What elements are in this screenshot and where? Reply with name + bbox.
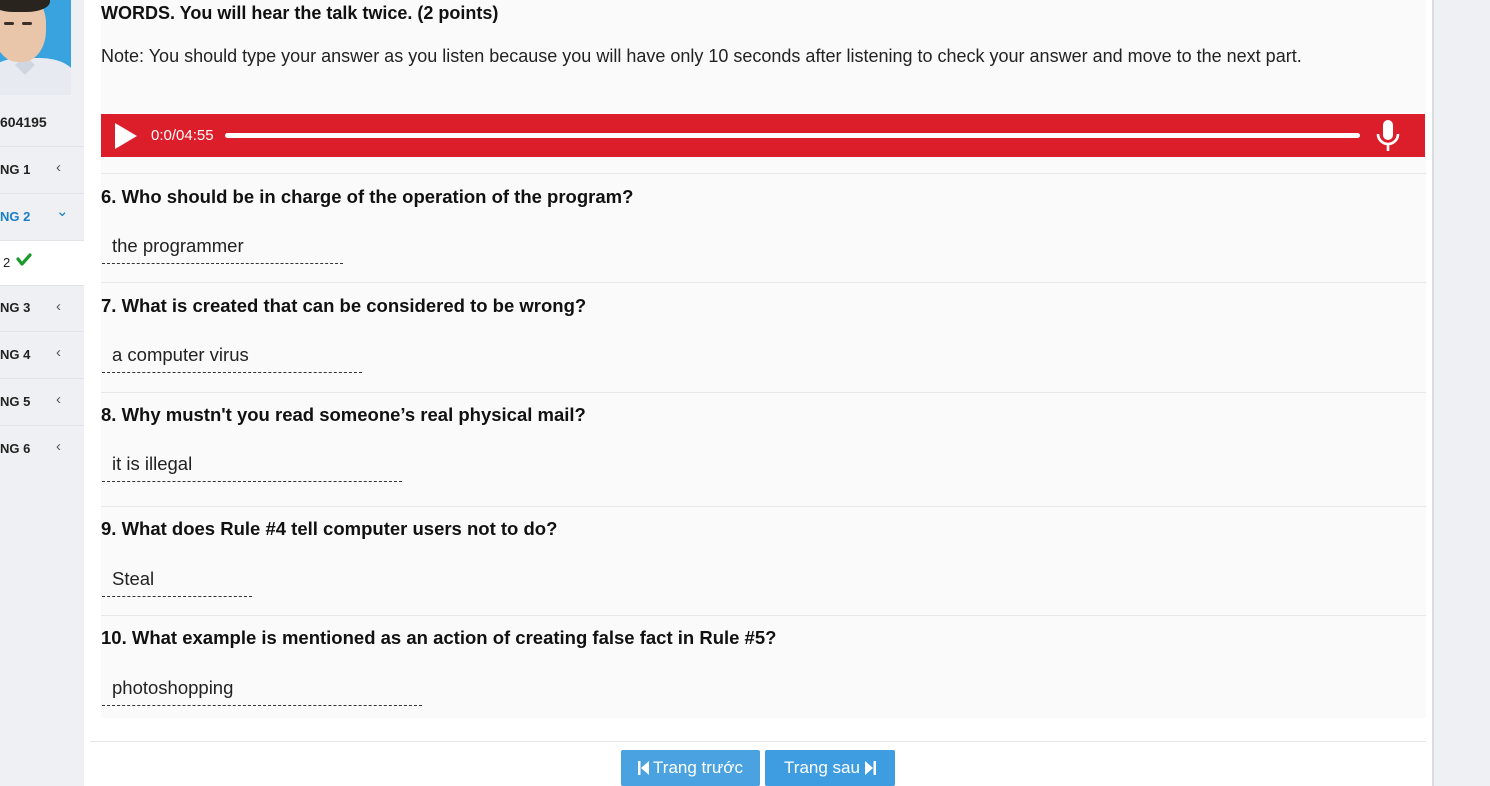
question-block: 6. Who should be in charge of the operat… bbox=[101, 173, 1426, 283]
sidebar-item-1[interactable]: NG 1 ‹ bbox=[0, 146, 84, 192]
sidebar-item-label: NG 1 bbox=[0, 162, 31, 177]
next-page-button[interactable]: Trang sau bbox=[765, 750, 895, 786]
section-heading: WORDS. You will hear the talk twice. (2 … bbox=[101, 3, 499, 23]
right-gutter bbox=[1434, 0, 1490, 786]
question-title: 10. What example is mentioned as an acti… bbox=[101, 627, 777, 648]
answer-input[interactable]: it is illegal bbox=[102, 449, 402, 482]
question-block: 9. What does Rule #4 tell computer users… bbox=[101, 506, 1426, 616]
sidebar-item-label: NG 3 bbox=[0, 300, 31, 315]
question-block: 7. What is created that can be considere… bbox=[101, 282, 1426, 393]
skip-back-icon bbox=[638, 761, 650, 775]
chevron-down-icon: ⌄ bbox=[56, 203, 69, 220]
question-block: 10. What example is mentioned as an acti… bbox=[101, 615, 1426, 718]
sidebar-item-2[interactable]: NG 2 ⌄ bbox=[0, 193, 84, 239]
prev-page-button[interactable]: Trang trước bbox=[621, 750, 760, 786]
skip-forward-icon bbox=[864, 761, 876, 775]
answer-input[interactable]: photoshopping bbox=[102, 673, 422, 706]
sidebar-item-label: NG 6 bbox=[0, 441, 31, 456]
prev-page-label: Trang trước bbox=[653, 758, 743, 777]
audio-player: 0:0/04:55 bbox=[101, 114, 1425, 157]
sidebar-item-3[interactable]: NG 3 ‹ bbox=[0, 285, 84, 331]
question-title: 7. What is created that can be considere… bbox=[101, 295, 587, 316]
sidebar-item-6[interactable]: NG 6 ‹ bbox=[0, 425, 84, 471]
answer-input[interactable]: the programmer bbox=[102, 231, 343, 264]
chevron-left-icon: ‹ bbox=[56, 391, 61, 408]
student-id: 604195 bbox=[0, 114, 47, 130]
play-icon[interactable] bbox=[115, 123, 137, 149]
question-title: 9. What does Rule #4 tell computer users… bbox=[101, 518, 558, 539]
chevron-left-icon: ‹ bbox=[56, 344, 61, 361]
chevron-left-icon: ‹ bbox=[56, 438, 61, 455]
audio-progress-track[interactable] bbox=[225, 133, 1360, 138]
sidebar-item-4[interactable]: NG 4 ‹ bbox=[0, 331, 84, 377]
next-page-label: Trang sau bbox=[784, 758, 860, 777]
sidebar-subitem[interactable]: 2 bbox=[0, 240, 84, 285]
chevron-left-icon: ‹ bbox=[56, 298, 61, 315]
microphone-icon[interactable] bbox=[1375, 119, 1401, 153]
sidebar: 604195 NG 1 ‹ NG 2 ⌄ 2 NG 3 ‹ NG 4 ‹ NG … bbox=[0, 0, 84, 786]
audio-time: 0:0/04:55 bbox=[151, 127, 214, 144]
sidebar-item-label: NG 5 bbox=[0, 394, 31, 409]
sidebar-item-5[interactable]: NG 5 ‹ bbox=[0, 378, 84, 424]
chevron-left-icon: ‹ bbox=[56, 159, 61, 176]
sidebar-item-label: NG 4 bbox=[0, 347, 31, 362]
avatar bbox=[0, 0, 71, 95]
answer-input[interactable]: a computer virus bbox=[102, 340, 362, 373]
check-icon bbox=[16, 253, 32, 266]
question-block: 8. Why mustn't you read someone’s real p… bbox=[101, 392, 1426, 507]
question-title: 8. Why mustn't you read someone’s real p… bbox=[101, 404, 586, 425]
question-title: 6. Who should be in charge of the operat… bbox=[101, 186, 634, 207]
answer-input[interactable]: Steal bbox=[102, 564, 252, 597]
sidebar-item-label: NG 2 bbox=[0, 209, 31, 224]
instructions-note: Note: You should type your answer as you… bbox=[101, 46, 1302, 66]
footer-divider bbox=[90, 741, 1426, 742]
sidebar-subitem-label: 2 bbox=[3, 255, 11, 270]
